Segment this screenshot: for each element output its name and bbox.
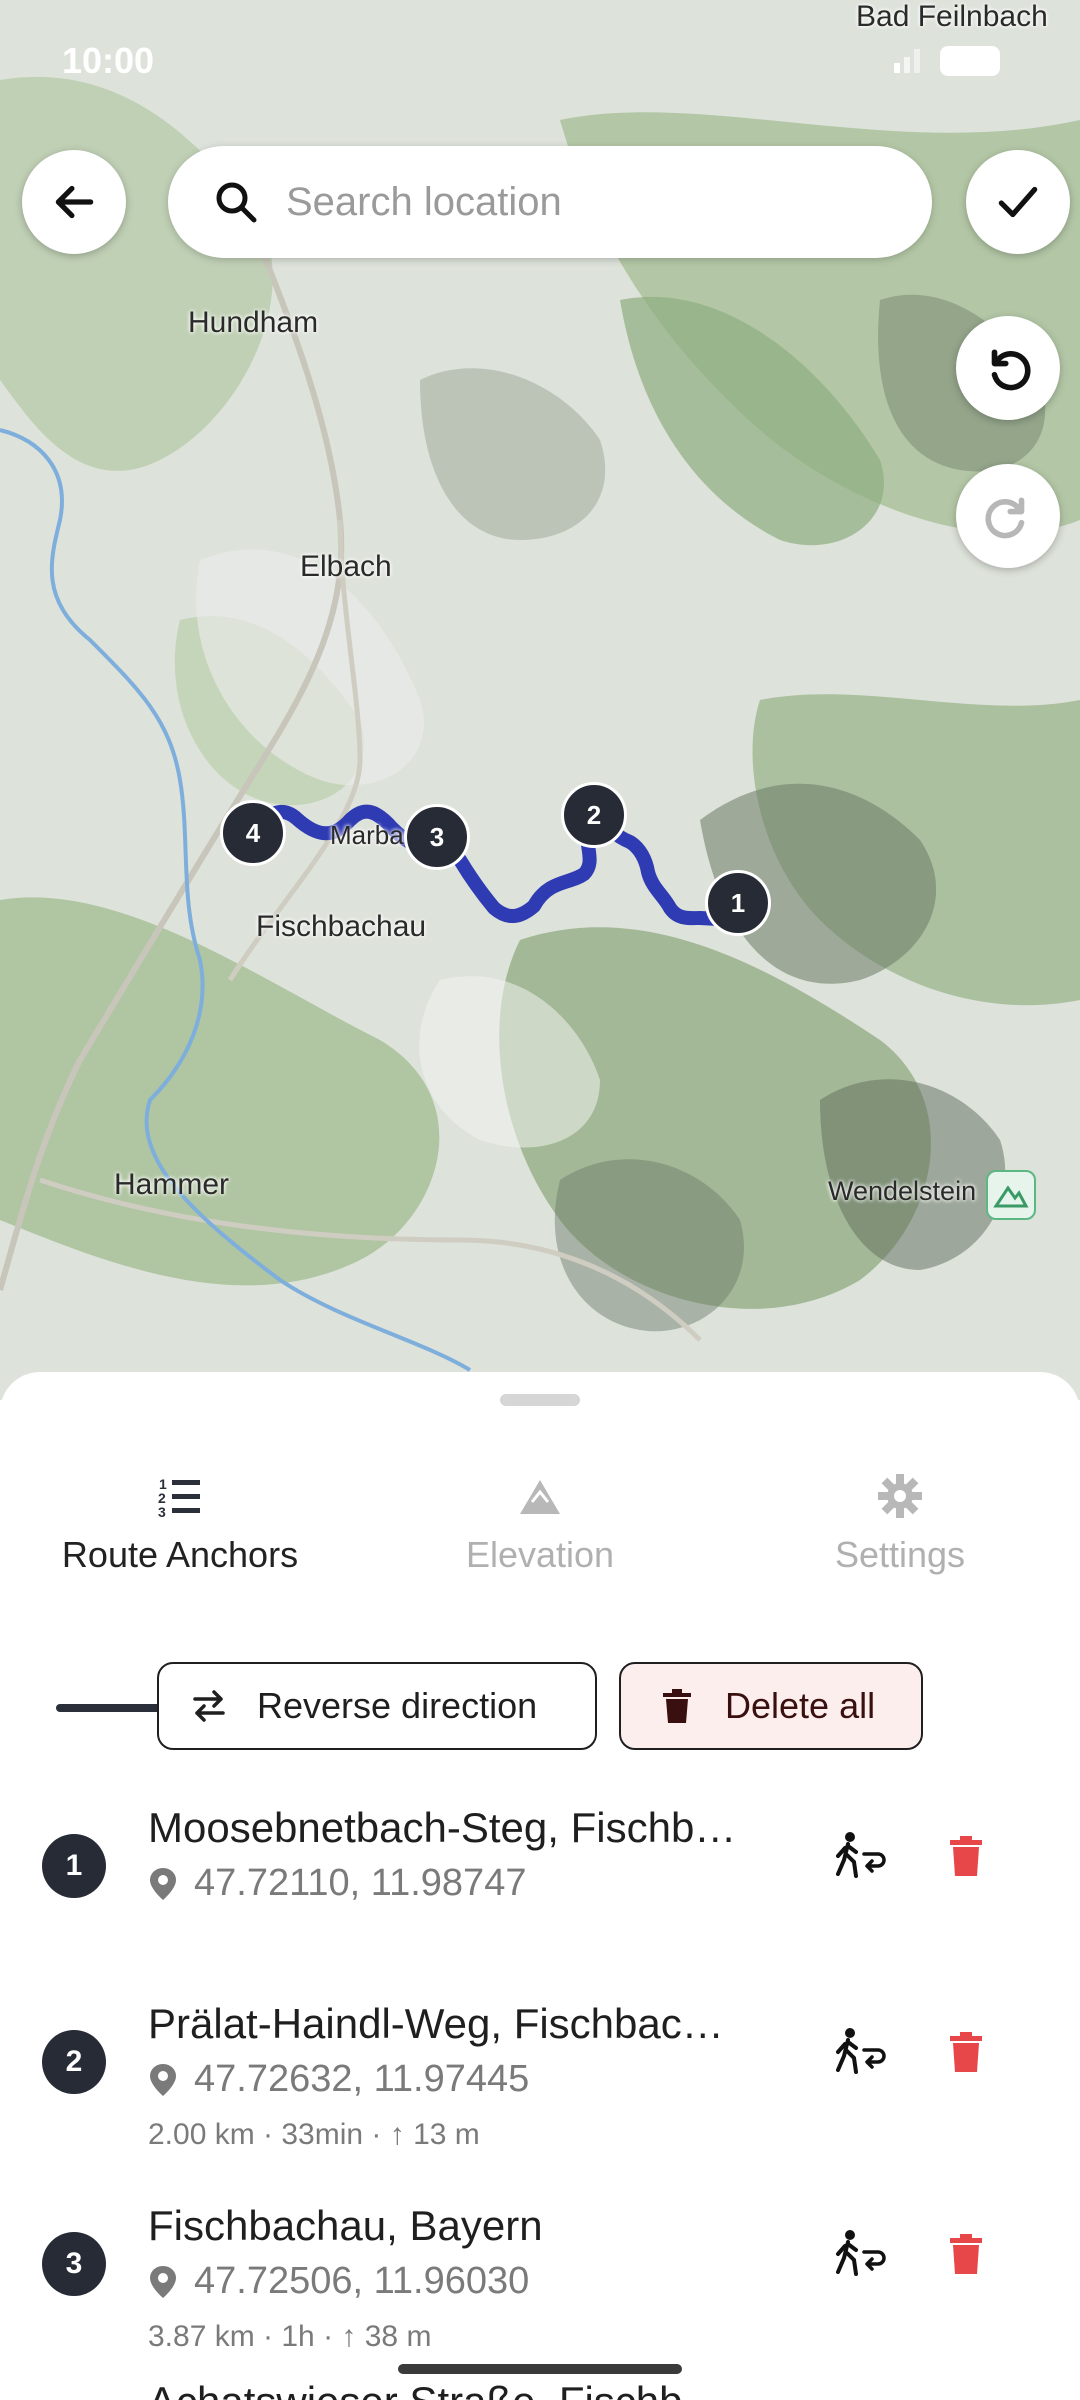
- svg-text:3: 3: [158, 1504, 166, 1520]
- anchor-number-badge: 1: [42, 1834, 106, 1898]
- search-icon: [216, 182, 257, 223]
- undo-icon: [991, 349, 1031, 391]
- trash-icon: [663, 1689, 691, 1723]
- anchor-coords: 47.72632, 11.97445: [148, 2058, 529, 2101]
- tab-label-elevation: Elevation: [465, 1534, 615, 1575]
- mountain-icon: [520, 1480, 560, 1514]
- anchor-title: Fischbachau, Bayern: [148, 2202, 543, 2249]
- redo-button[interactable]: [956, 464, 1060, 568]
- search-input[interactable]: [284, 178, 888, 226]
- route-anchor-item[interactable]: Achatswieser Straße, Fischb…: [0, 2378, 1080, 2400]
- bottom-sheet: 123 Route Anchors Elevation Settings Rev…: [0, 1372, 1080, 2400]
- map-label-hundham: Hundham: [188, 306, 319, 339]
- walk-route-icon[interactable]: [834, 1830, 886, 1882]
- route-marker-2[interactable]: 2: [561, 782, 627, 848]
- route-marker-3[interactable]: 3: [404, 804, 470, 870]
- arrow-left-icon: [55, 185, 94, 219]
- confirm-button[interactable]: [966, 150, 1070, 254]
- sheet-drag-handle[interactable]: [500, 1394, 580, 1406]
- swap-arrows-icon: [193, 1690, 225, 1722]
- anchor-coords-text: 47.72110, 11.98747: [194, 1862, 527, 1904]
- route-anchor-item[interactable]: 1 Moosebnetbach-Steg, Fischb… 47.72110, …: [0, 1804, 1080, 1984]
- checkmark-icon: [998, 186, 1038, 218]
- anchor-number-badge: 3: [42, 2232, 106, 2296]
- anchor-stats: 2.00 km · 33min · ↑ 13 m: [148, 2118, 480, 2151]
- delete-anchor-icon[interactable]: [946, 1834, 986, 1878]
- tab-elevation[interactable]: Elevation: [370, 1462, 710, 1622]
- tab-label-route-anchors: Route Anchors: [61, 1534, 299, 1575]
- map-label-elbach: Elbach: [300, 550, 392, 583]
- gear-icon: [878, 1474, 922, 1518]
- map-label-hammer: Hammer: [114, 1168, 230, 1201]
- search-bar[interactable]: [168, 146, 932, 258]
- anchor-coords-text: 47.72506, 11.96030: [194, 2260, 530, 2302]
- battery-icon: [940, 46, 1000, 76]
- summit-icon[interactable]: [986, 1170, 1036, 1220]
- tab-bar: 123 Route Anchors Elevation Settings: [0, 1462, 1080, 1712]
- reverse-direction-label: Reverse direction: [257, 1685, 538, 1726]
- reverse-direction-button[interactable]: Reverse direction: [157, 1662, 597, 1750]
- redo-icon: [985, 497, 1025, 539]
- map-label-bad-feilnbach: Bad Feilnbach: [856, 0, 1048, 33]
- tab-settings[interactable]: Settings: [730, 1462, 1070, 1622]
- anchor-coords: 47.72110, 11.98747: [148, 1862, 526, 1905]
- location-pin-icon: [150, 1867, 176, 1900]
- status-icons: [894, 46, 1000, 76]
- route-anchor-item[interactable]: 2 Prälat-Haindl-Weg, Fischbac… 47.72632,…: [0, 2000, 1080, 2180]
- delete-all-label: Delete all: [725, 1685, 876, 1726]
- route-marker-1[interactable]: 1: [705, 870, 771, 936]
- anchor-stats: 3.87 km · 1h · ↑ 38 m: [148, 2320, 432, 2353]
- list-numbered-icon: 123: [158, 1476, 200, 1520]
- anchor-coords: 47.72506, 11.96030: [148, 2260, 529, 2303]
- status-time: 10:00: [62, 40, 155, 81]
- route-marker-4[interactable]: 4: [220, 800, 286, 866]
- signal-icon: [894, 49, 920, 73]
- walk-route-icon[interactable]: [834, 2026, 886, 2078]
- anchor-title: Moosebnetbach-Steg, Fischb…: [148, 1804, 737, 1851]
- map-label-fischbachau: Fischbachau: [256, 910, 427, 943]
- undo-button[interactable]: [956, 316, 1060, 420]
- location-pin-icon: [150, 2063, 176, 2096]
- anchor-title: Prälat-Haindl-Weg, Fischbac…: [148, 2000, 724, 2047]
- delete-anchor-icon[interactable]: [946, 2030, 986, 2074]
- location-pin-icon: [150, 2265, 176, 2298]
- system-gesture-bar[interactable]: [398, 2364, 682, 2374]
- delete-anchor-icon[interactable]: [946, 2232, 986, 2276]
- tab-label-settings: Settings: [834, 1534, 966, 1575]
- delete-all-button[interactable]: Delete all: [619, 1662, 923, 1750]
- back-button[interactable]: [22, 150, 126, 254]
- anchor-number-badge: 2: [42, 2030, 106, 2094]
- anchor-coords-text: 47.72632, 11.97445: [194, 2058, 530, 2100]
- anchor-title: Achatswieser Straße, Fischb…: [148, 2378, 725, 2400]
- walk-route-icon[interactable]: [834, 2228, 886, 2280]
- tab-route-anchors[interactable]: 123 Route Anchors: [10, 1462, 350, 1622]
- map-label-wendelstein: Wendelstein: [828, 1176, 977, 1206]
- route-anchor-item[interactable]: 3 Fischbachau, Bayern 47.72506, 11.96030…: [0, 2202, 1080, 2382]
